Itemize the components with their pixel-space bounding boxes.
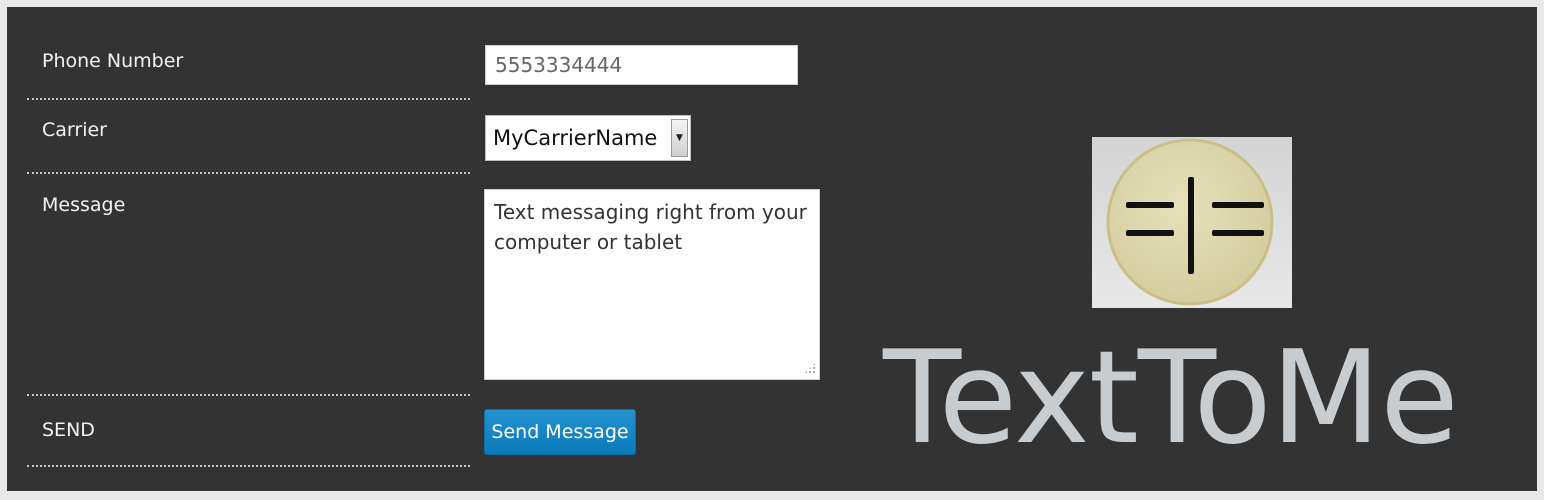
send-label: SEND xyxy=(42,419,95,441)
chevron-down-icon[interactable]: ▼ xyxy=(671,119,688,157)
carrier-select[interactable]: MyCarrierName ▼ xyxy=(485,115,691,161)
send-message-button[interactable]: Send Message xyxy=(484,409,636,455)
message-textarea[interactable]: Text messaging right from your computer … xyxy=(484,189,820,380)
text-form-panel: Phone Number Carrier MyCarrierName ▼ Mes… xyxy=(7,7,1537,491)
carrier-label: Carrier xyxy=(42,119,107,141)
carrier-selected-value: MyCarrierName xyxy=(493,126,658,150)
equals-bar-equals-icon xyxy=(1106,138,1274,306)
message-label: Message xyxy=(42,194,126,216)
phone-row: Phone Number xyxy=(27,7,470,100)
brand-title: TextToMe xyxy=(883,324,1459,473)
logo xyxy=(1092,137,1292,308)
phone-label: Phone Number xyxy=(42,50,184,72)
send-row: SEND xyxy=(27,396,470,467)
carrier-row: Carrier xyxy=(27,100,470,174)
phone-input[interactable] xyxy=(485,45,798,85)
message-row: Message xyxy=(27,174,470,396)
